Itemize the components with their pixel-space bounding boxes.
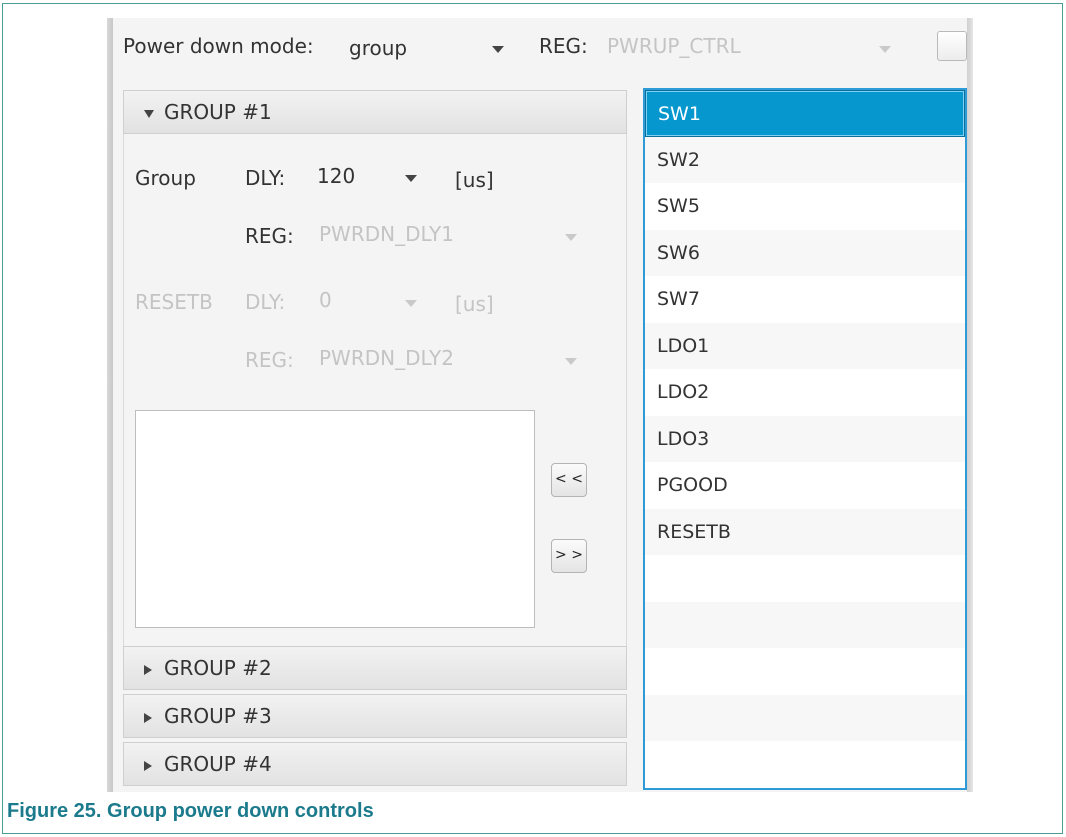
collapsed-arrow-icon xyxy=(144,664,152,675)
group-2-header[interactable]: GROUP #2 xyxy=(123,646,627,690)
group-4-header[interactable]: GROUP #4 xyxy=(123,742,627,786)
group-4-title: GROUP #4 xyxy=(164,752,272,776)
list-item-sw6[interactable]: SW6 xyxy=(645,229,965,276)
move-right-button[interactable]: > > xyxy=(551,539,587,573)
pwrup-reg-select[interactable]: PWRUP_CTRL xyxy=(593,28,913,68)
list-item-pgood[interactable]: PGOOD xyxy=(645,462,965,509)
chevron-down-icon xyxy=(565,234,577,241)
group-3-title: GROUP #3 xyxy=(164,704,272,728)
list-item-ldo2[interactable]: LDO2 xyxy=(645,369,965,416)
group-1-header[interactable]: GROUP #1 xyxy=(123,90,627,134)
expanded-arrow-icon xyxy=(144,109,154,118)
window-right-edge xyxy=(967,18,973,792)
resetb-reg-value: PWRDN_DLY2 xyxy=(319,346,454,370)
group-reg-value: PWRDN_DLY1 xyxy=(319,222,454,246)
group-dly-label: DLY: xyxy=(245,166,286,190)
list-item-sw2[interactable]: SW2 xyxy=(645,136,965,183)
pwrup-reg-value: PWRUP_CTRL xyxy=(607,34,741,58)
resetb-dly-unit: [us] xyxy=(455,292,494,316)
group-dly-value: 120 xyxy=(317,164,356,188)
group-3-header[interactable]: GROUP #3 xyxy=(123,694,627,738)
list-item-sw5[interactable]: SW5 xyxy=(645,183,965,230)
chevron-down-icon xyxy=(565,358,577,365)
chevron-down-icon xyxy=(405,300,417,307)
group-label: Group xyxy=(135,166,196,190)
enable-checkbox[interactable] xyxy=(937,31,967,61)
power-down-mode-select[interactable]: group xyxy=(343,28,513,68)
power-down-mode-label: Power down mode: xyxy=(123,34,314,58)
chevron-down-icon xyxy=(879,46,891,53)
list-item-empty xyxy=(645,648,965,695)
resetb-dly-select[interactable]: 0 xyxy=(313,282,423,322)
list-item-ldo1[interactable]: LDO1 xyxy=(645,322,965,369)
resetb-reg-select[interactable]: PWRDN_DLY2 xyxy=(313,340,589,380)
group-1-members-list[interactable] xyxy=(135,410,535,628)
list-item-ldo3[interactable]: LDO3 xyxy=(645,415,965,462)
list-item-empty xyxy=(645,601,965,648)
power-down-mode-value: group xyxy=(349,36,408,60)
resetb-dly-label: DLY: xyxy=(245,290,286,314)
app-window: Power down mode: group REG: PWRUP_CTRL G… xyxy=(107,18,973,792)
resetb-label: RESETB xyxy=(135,290,213,314)
reg-label: REG: xyxy=(539,34,588,58)
chevron-down-icon xyxy=(492,46,504,53)
group-dly-unit: [us] xyxy=(455,168,494,192)
list-item-resetb[interactable]: RESETB xyxy=(645,508,965,555)
group-reg-label: REG: xyxy=(245,224,294,248)
collapsed-arrow-icon xyxy=(144,712,152,723)
group-1-title: GROUP #1 xyxy=(164,100,272,124)
list-item-empty xyxy=(645,694,965,741)
chevron-down-icon xyxy=(405,175,417,182)
move-left-button[interactable]: < < xyxy=(551,463,587,497)
list-item-sw7[interactable]: SW7 xyxy=(645,276,965,323)
group-2-title: GROUP #2 xyxy=(164,656,272,680)
available-outputs-list[interactable]: SW1 SW2 SW5 SW6 SW7 LDO1 LDO2 LDO3 PGOOD… xyxy=(643,88,967,790)
figure-frame: Power down mode: group REG: PWRUP_CTRL G… xyxy=(2,3,1063,834)
collapsed-arrow-icon xyxy=(144,760,152,771)
resetb-reg-label: REG: xyxy=(245,348,294,372)
figure-caption: Figure 25. Group power down controls xyxy=(7,800,374,822)
window-left-edge xyxy=(107,18,113,792)
list-item-empty xyxy=(645,555,965,602)
resetb-dly-value: 0 xyxy=(319,288,332,312)
list-item-sw1[interactable]: SW1 xyxy=(645,90,965,137)
group-reg-select[interactable]: PWRDN_DLY1 xyxy=(313,216,589,256)
group-dly-select[interactable]: 120 xyxy=(313,156,423,196)
list-item-empty xyxy=(645,741,965,788)
